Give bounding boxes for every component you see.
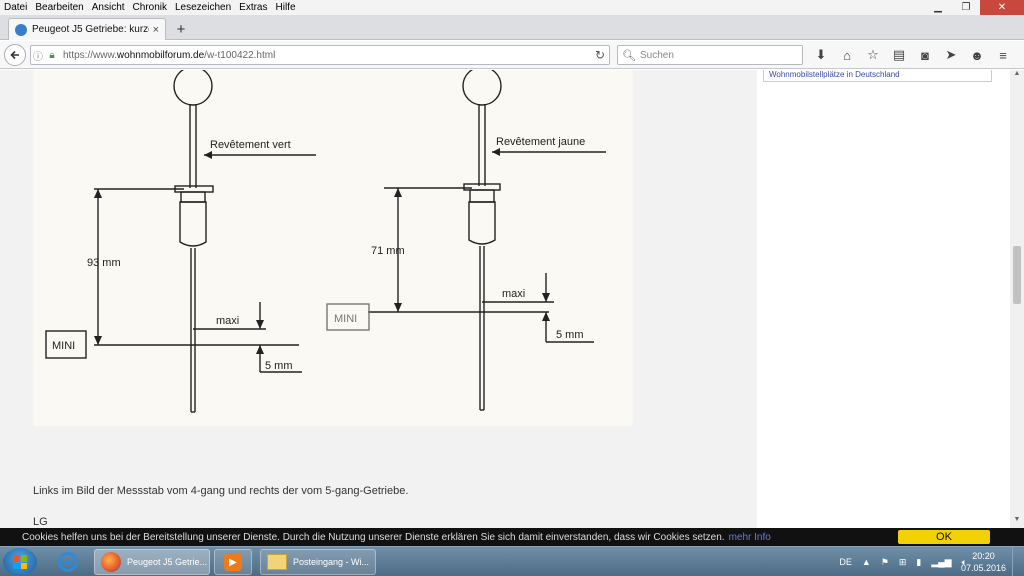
taskbar-mail[interactable]: Posteingang - Wi... — [260, 549, 376, 575]
right-maxi-label: maxi — [502, 288, 525, 300]
new-tab-icon[interactable]: + — [172, 20, 190, 38]
left-coating-label: Revêtement vert — [210, 139, 291, 151]
mail-folder-icon — [267, 554, 287, 570]
download-icon[interactable]: ⬇ — [808, 45, 834, 65]
cookie-more-link[interactable]: mehr Info — [729, 532, 771, 543]
hamburger-menu-icon[interactable]: ≡ — [990, 45, 1016, 65]
cookie-ok-button[interactable]: OK — [898, 530, 990, 544]
left-gap-label: 5 mm — [265, 360, 293, 372]
action-center-flag-icon[interactable]: ⚑ — [881, 557, 889, 568]
internet-explorer-icon[interactable]: e — [50, 549, 86, 575]
cookie-banner: Cookies helfen uns bei der Bereitstellun… — [0, 528, 1024, 546]
scroll-up-icon[interactable]: ▲ — [1010, 70, 1024, 82]
battery-icon[interactable]: ▮ — [916, 557, 921, 568]
info-icon[interactable]: ⓘ — [31, 48, 45, 63]
chat-icon[interactable]: ☻ — [964, 45, 990, 65]
post-signature: LG — [33, 516, 48, 528]
tab-close-icon[interactable]: × — [153, 24, 159, 36]
toolbar-icons: ⬇ ⌂ ☆ ▤ ◙ ➤ ☻ ≡ — [808, 45, 1016, 65]
network-signal-icon[interactable]: ▂▄▆ — [931, 557, 951, 568]
scrollbar-thumb[interactable] — [1013, 246, 1021, 304]
search-placeholder: Suchen — [639, 49, 674, 61]
tray-expand-icon[interactable]: ▲ — [862, 557, 871, 567]
right-coating-label: Revêtement jaune — [496, 136, 585, 148]
system-tray: DE ▲ ⚑ ⊞ ▮ ▂▄▆ 🔈︎ — [834, 547, 972, 576]
menu-bearbeiten[interactable]: Bearbeiten — [31, 2, 87, 13]
close-window-icon[interactable]: ✕ — [980, 0, 1024, 15]
url-text[interactable]: https://www.wohnmobilforum.de/w-t100422.… — [63, 50, 275, 61]
bookmark-star-icon[interactable]: ☆ — [860, 45, 886, 65]
send-icon[interactable]: ➤ — [938, 45, 964, 65]
site-favicon-icon — [15, 23, 27, 36]
taskbar: e Peugeot J5 Getrie... ▶ Posteingang - W… — [0, 546, 1024, 576]
menu-extras[interactable]: Extras — [235, 2, 271, 13]
pocket-icon[interactable]: ◙ — [912, 45, 938, 65]
page-content: Revêtement vert 93 mm maxi MINI 5 mm Rev… — [0, 70, 1010, 528]
vertical-scrollbar[interactable]: ▲ ▼ — [1010, 70, 1024, 528]
menu-ansicht[interactable]: Ansicht — [88, 2, 129, 13]
taskbar-mail-label: Posteingang - Wi... — [293, 557, 370, 567]
search-input[interactable]: 🔍︎ Suchen — [617, 45, 803, 65]
scroll-down-icon[interactable]: ▼ — [1010, 516, 1024, 528]
post-image-margin — [33, 426, 633, 465]
home-icon[interactable]: ⌂ — [834, 45, 860, 65]
search-icon: 🔍︎ — [622, 49, 636, 62]
left-maxi-label: maxi — [216, 315, 239, 327]
minimize-icon[interactable]: ▁ — [924, 0, 952, 15]
menu-hilfe[interactable]: Hilfe — [272, 2, 300, 13]
lock-icon[interactable]: 🔒︎ — [45, 50, 59, 61]
firefox-icon — [101, 552, 121, 572]
reload-icon[interactable]: ↻ — [595, 48, 605, 62]
clock[interactable]: 20:20 07.05.2016 — [961, 550, 1006, 574]
clock-time: 20:20 — [972, 551, 995, 561]
menu-datei[interactable]: Datei — [0, 2, 31, 13]
url-bar[interactable]: ⓘ 🔒︎ https://www.wohnmobilforum.de/w-t10… — [30, 45, 610, 65]
right-gap-label: 5 mm — [556, 329, 584, 341]
tab-strip: Peugeot J5 Getriebe: kurzer... × + — [0, 15, 1024, 40]
show-desktop-button[interactable] — [1012, 547, 1024, 576]
tab-active[interactable]: Peugeot J5 Getriebe: kurzer... × — [8, 18, 166, 40]
start-button[interactable] — [3, 548, 37, 576]
taskbar-firefox-label: Peugeot J5 Getrie... — [127, 557, 208, 567]
sidebar — [757, 70, 1010, 528]
right-length-label: 71 mm — [371, 245, 405, 257]
bookmarks-list-icon[interactable]: ▤ — [886, 45, 912, 65]
dipstick-diagram: Revêtement vert 93 mm maxi MINI 5 mm Rev… — [34, 70, 632, 426]
restore-icon[interactable]: ❐ — [952, 0, 980, 15]
menu-bar: Datei Bearbeiten Ansicht Chronik Lesezei… — [0, 0, 1024, 15]
left-mini-label: MINI — [52, 340, 75, 352]
right-mini-label: MINI — [334, 313, 357, 325]
taskbar-firefox[interactable]: Peugeot J5 Getrie... — [94, 549, 210, 575]
back-button[interactable] — [4, 44, 26, 66]
taskbar-media-player[interactable]: ▶ — [214, 549, 252, 575]
menu-chronik[interactable]: Chronik — [129, 2, 171, 13]
windows-tray-icon[interactable]: ⊞ — [899, 557, 907, 568]
tab-title: Peugeot J5 Getriebe: kurzer... — [32, 24, 149, 35]
left-length-label: 93 mm — [87, 257, 121, 269]
navigation-bar: ⓘ 🔒︎ https://www.wohnmobilforum.de/w-t10… — [0, 41, 1024, 69]
window-controls: ▁ ❐ ✕ — [924, 0, 1024, 15]
menu-lesezeichen[interactable]: Lesezeichen — [171, 2, 235, 13]
media-player-icon: ▶ — [224, 553, 242, 571]
sidebar-link[interactable]: Wohnmobilstellplätze in Deutschland — [769, 70, 900, 79]
back-arrow-icon — [10, 50, 19, 60]
clock-date: 07.05.2016 — [960, 563, 1006, 573]
windows-logo-icon — [13, 555, 27, 569]
language-indicator[interactable]: DE — [839, 557, 852, 567]
cookie-text: Cookies helfen uns bei der Bereitstellun… — [22, 531, 725, 543]
post-text: Links im Bild der Messstab vom 4-gang un… — [33, 485, 409, 497]
